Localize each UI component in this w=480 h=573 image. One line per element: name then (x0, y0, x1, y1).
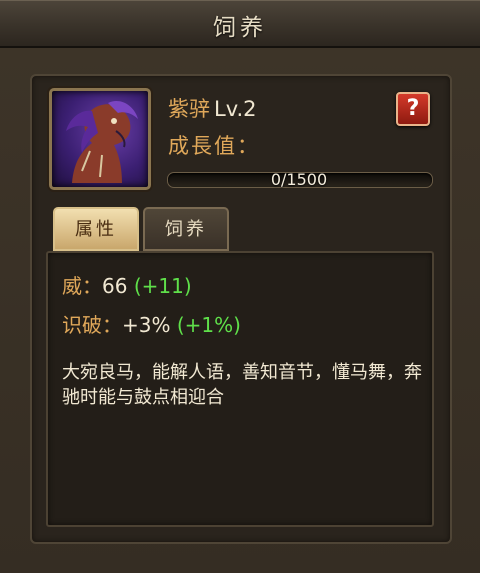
stat-insight: 识破：+3% (+1%) (62, 309, 241, 338)
window-title: 饲养 (213, 15, 267, 41)
tab-feeding[interactable]: 饲养 (143, 207, 229, 251)
title-bar: 饲养 (0, 0, 480, 48)
growth-label: 成長值： (168, 134, 260, 158)
mount-name: 紫骍 (168, 97, 210, 121)
mount-name-row: 紫骍 Lv.2 (168, 93, 257, 123)
stat-insight-label: 识破： (62, 313, 122, 337)
stat-power-value: 66 (102, 274, 128, 298)
mount-description: 大宛良马，能解人语，善知音节，懂马舞，奔驰时能与鼓点相迎合 (62, 362, 422, 408)
mount-level: Lv.2 (214, 97, 257, 121)
stat-insight-bonus: (+1%) (176, 313, 241, 337)
stat-power-bonus: (+11) (133, 274, 192, 298)
stat-power-label: 威： (62, 274, 102, 298)
growth-progress-text: 0/1500 (270, 170, 328, 189)
stat-power: 威：66 (+11) (62, 270, 192, 299)
stat-insight-value: +3% (122, 313, 171, 337)
horse-portrait-icon (49, 88, 151, 190)
help-button[interactable]: ? (396, 92, 430, 126)
tab-attributes[interactable]: 属性 (53, 207, 139, 251)
